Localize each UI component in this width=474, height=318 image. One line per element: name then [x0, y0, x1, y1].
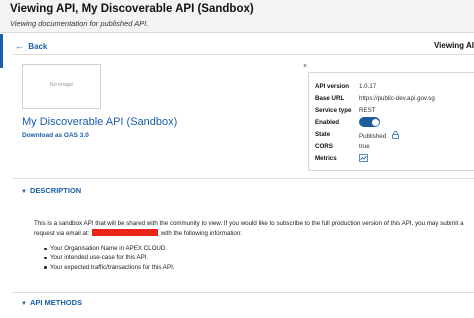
- back-link[interactable]: ← Back: [15, 41, 47, 51]
- arrow-left-icon: ←: [15, 41, 24, 51]
- info-label: CORS: [315, 143, 333, 150]
- enabled-toggle[interactable]: [359, 117, 380, 127]
- viewing-label: Viewing AI: [433, 41, 474, 50]
- description-section-toggle[interactable]: ▼ DESCRIPTION: [21, 186, 81, 195]
- requirements-list: Your Organisation Name in APEX CLOUD. Yo…: [44, 244, 175, 272]
- info-label: State: [315, 131, 331, 138]
- description-para-1: This is a sandbox API that will be share…: [34, 220, 464, 227]
- api-methods-title: API METHODS: [29, 298, 83, 307]
- section-divider: [13, 178, 474, 179]
- redacted-email: [92, 228, 159, 236]
- page-header: Viewing API, My Discoverable API (Sandbo…: [0, 0, 474, 33]
- caret-down-icon: ▼: [21, 301, 27, 307]
- section-divider: [13, 292, 474, 293]
- description-para-2a: request via email at:: [34, 229, 90, 237]
- close-icon[interactable]: ×: [303, 63, 307, 70]
- info-state-value: Published: [359, 131, 399, 140]
- header-divider: [13, 54, 474, 55]
- info-label: Service type: [315, 107, 352, 114]
- api-info-panel: API version 1.0.17 Base URL https://publ…: [308, 72, 474, 171]
- info-value: REST: [359, 107, 376, 114]
- description-title: DESCRIPTION: [29, 186, 82, 195]
- list-item: Your expected traffic/transactions for t…: [44, 263, 175, 272]
- lock-icon: [392, 131, 399, 139]
- description-para-2b: with the following information:: [160, 229, 243, 237]
- page-title: Viewing API, My Discoverable API (Sandbo…: [10, 3, 254, 15]
- info-value: https://public-dev.api.gov.sg: [359, 95, 435, 102]
- api-methods-section-toggle[interactable]: ▼ API METHODS: [21, 298, 82, 307]
- description-text: This is a sandbox API that will be share…: [34, 219, 464, 238]
- metrics-chart-icon[interactable]: [359, 154, 368, 162]
- list-item: Your Organisation Name in APEX CLOUD.: [44, 244, 175, 253]
- caret-down-icon: ▼: [21, 189, 27, 195]
- left-accent-bar: [0, 34, 3, 68]
- state-value: Published: [359, 133, 387, 140]
- page-subtitle: Viewing documentation for published API.: [10, 19, 149, 28]
- download-oas-link[interactable]: Download as OAS 3.0: [22, 132, 89, 139]
- list-item: Your intended use-case for this API.: [44, 253, 175, 262]
- info-label: Metrics: [315, 155, 337, 162]
- info-value: 1.0.17: [359, 83, 377, 90]
- api-image-placeholder: No image: [22, 64, 101, 109]
- info-label: Base URL: [315, 95, 345, 102]
- back-label: Back: [28, 42, 48, 51]
- api-name: My Discoverable API (Sandbox): [22, 116, 178, 128]
- no-image-text: No image: [49, 82, 74, 88]
- info-label: API version: [315, 83, 350, 90]
- info-label: Enabled: [315, 119, 340, 126]
- info-value: true: [359, 143, 370, 150]
